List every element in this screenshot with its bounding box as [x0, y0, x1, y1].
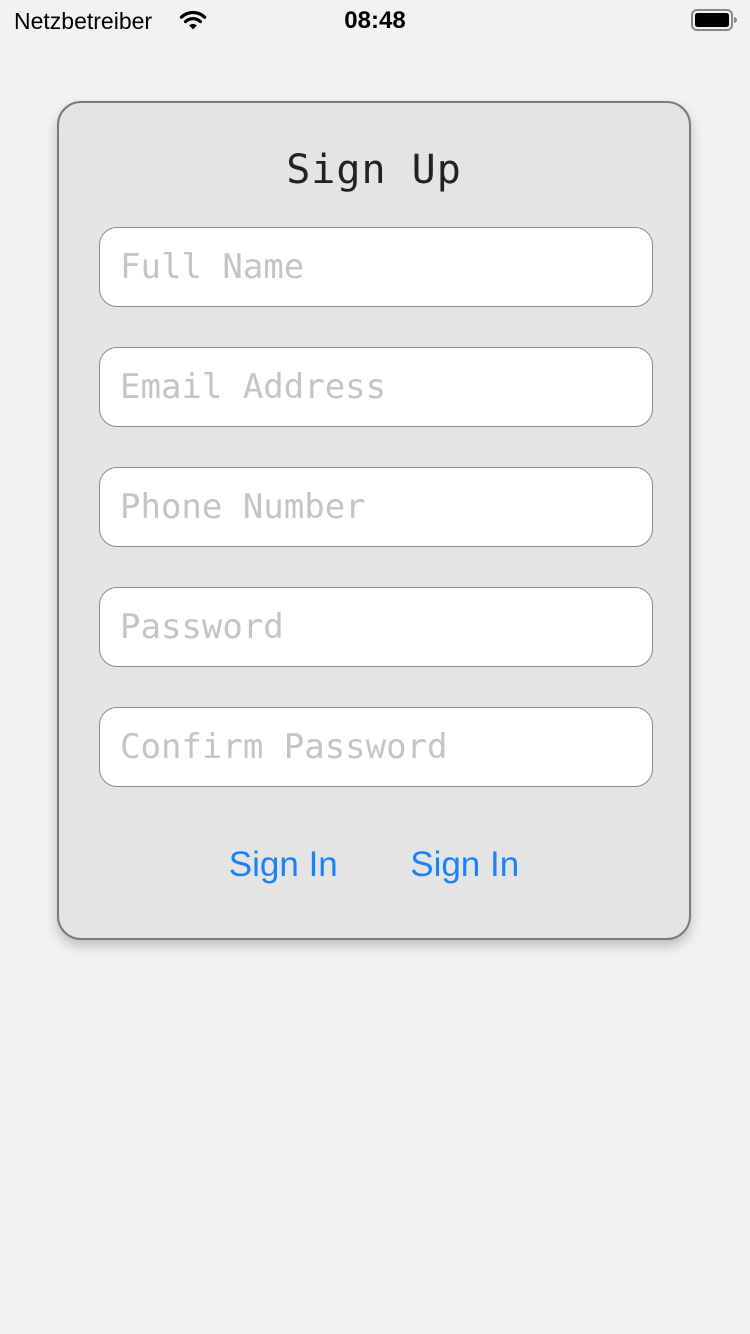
links-row: Sign In Sign In	[59, 845, 689, 885]
confirm-password-field[interactable]	[99, 707, 653, 787]
status-bar: Netzbetreiber 08:48	[0, 0, 750, 40]
battery-icon	[691, 9, 737, 31]
email-field[interactable]	[99, 347, 653, 427]
clock: 08:48	[344, 7, 406, 34]
phone-field[interactable]	[99, 467, 653, 547]
page-title: Sign Up	[286, 147, 462, 193]
sign-in-link[interactable]: Sign In	[229, 845, 338, 885]
full-name-field[interactable]	[99, 227, 653, 307]
sign-in-link-secondary[interactable]: Sign In	[410, 845, 519, 885]
signup-card: Sign Up Sign In Sign In	[57, 101, 691, 940]
password-field[interactable]	[99, 587, 653, 667]
